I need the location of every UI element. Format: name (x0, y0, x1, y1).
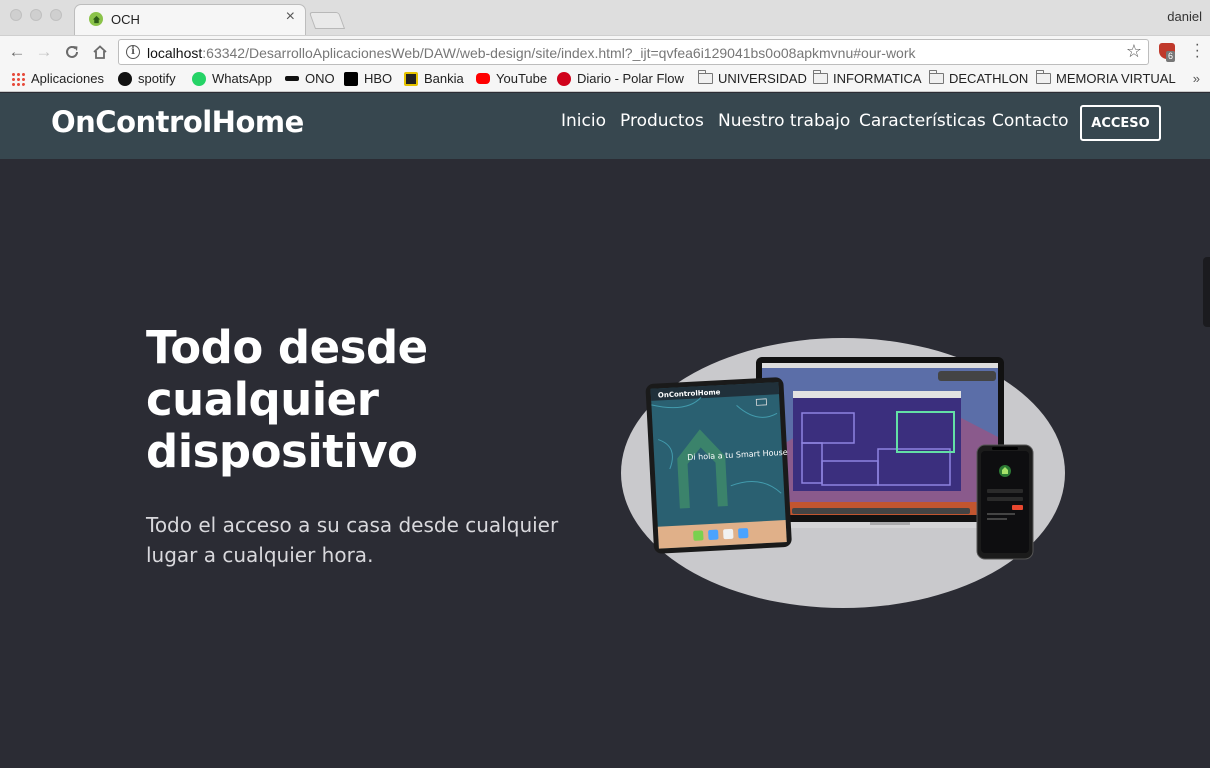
nav-link-inicio[interactable]: Inicio (561, 111, 606, 131)
home-icon[interactable] (89, 41, 111, 63)
site-header: OnControlHome Inicio Productos Nuestro t… (0, 93, 1210, 159)
bookmark-hbo[interactable]: HBO (344, 71, 392, 86)
hero-title: Todo desde cualquier dispositivo (146, 321, 428, 478)
ono-icon (285, 76, 299, 81)
bookmarks-overflow-icon[interactable]: » (1193, 71, 1200, 86)
bookmark-ono[interactable]: ONO (285, 71, 335, 86)
page-scrollbar[interactable] (1203, 257, 1210, 327)
nav-link-caracteristicas[interactable]: Características (859, 111, 986, 131)
bookmarks-bar: Aplicaciones spotify WhatsApp ONO HBO Ba… (0, 67, 1210, 92)
address-bar[interactable]: i localhost:63342/DesarrolloAplicaciones… (118, 39, 1149, 65)
back-arrow-icon[interactable]: ← (6, 41, 28, 63)
reload-icon[interactable] (61, 41, 83, 63)
bookmark-folder-decathlon[interactable]: DECATHLON (929, 70, 1028, 86)
bookmark-polar-flow[interactable]: Diario - Polar Flow (557, 71, 684, 86)
folder-icon (1036, 70, 1051, 84)
forward-arrow-icon[interactable]: → (33, 41, 55, 63)
phone-image (976, 444, 1034, 560)
bookmark-bankia[interactable]: Bankia (404, 71, 464, 86)
extension-badge: 6 (1166, 51, 1176, 62)
hbo-icon (344, 71, 358, 86)
bookmark-folder-informatica[interactable]: INFORMATICA (813, 70, 922, 86)
devices-illustration: OnControlHome Di hola a tu Smart House (621, 338, 1065, 608)
bookmark-folder-memoria-virtual[interactable]: MEMORIA VIRTUAL (1036, 70, 1176, 86)
hero-section: Todo desde cualquier dispositivo Todo el… (0, 159, 1210, 768)
spotify-icon (118, 71, 132, 86)
tab-close-icon[interactable]: × (286, 9, 295, 25)
tablet-image: OnControlHome Di hola a tu Smart House (645, 377, 792, 554)
youtube-icon (476, 73, 490, 84)
folder-icon (929, 70, 944, 84)
bankia-icon (404, 71, 418, 86)
browser-tab-strip: OCH × daniel (0, 0, 1210, 35)
nav-link-nuestro-trabajo[interactable]: Nuestro trabajo (718, 111, 850, 131)
folder-icon (698, 70, 713, 84)
nav-link-contacto[interactable]: Contacto (992, 111, 1069, 131)
site-logo[interactable]: OnControlHome (51, 105, 304, 139)
bookmark-aplicaciones[interactable]: Aplicaciones (11, 71, 104, 86)
nav-link-productos[interactable]: Productos (620, 111, 704, 131)
window-minimize-dot[interactable] (30, 9, 42, 21)
polar-icon (557, 71, 571, 86)
new-tab-button[interactable] (308, 12, 346, 29)
browser-toolbar: ← → i localhost:63342/DesarrolloAplicaci… (0, 35, 1210, 67)
browser-tab[interactable]: OCH × (74, 4, 306, 35)
acceso-button[interactable]: ACCESO (1080, 105, 1161, 141)
tab-title: OCH (111, 12, 140, 27)
bookmark-spotify[interactable]: spotify (118, 71, 176, 86)
house-favicon-icon (89, 12, 103, 26)
bookmark-star-icon[interactable]: ☆ (1126, 41, 1142, 62)
bookmark-youtube[interactable]: YouTube (476, 71, 547, 86)
whatsapp-icon (192, 71, 206, 86)
folder-icon (813, 70, 828, 84)
bookmark-folder-universidad[interactable]: UNIVERSIDAD (698, 70, 807, 86)
browser-menu-icon[interactable]: · · · (1195, 37, 1200, 65)
site-info-icon[interactable]: i (126, 45, 140, 59)
hero-subtitle: Todo el acceso a su casa desde cualquier… (146, 513, 559, 567)
profile-name[interactable]: daniel (1167, 9, 1202, 24)
url-text: localhost:63342/DesarrolloAplicacionesWe… (147, 45, 916, 61)
window-zoom-dot[interactable] (50, 9, 62, 21)
window-close-dot[interactable] (10, 9, 22, 21)
apps-grid-icon (11, 71, 25, 86)
bookmark-whatsapp[interactable]: WhatsApp (192, 71, 272, 86)
